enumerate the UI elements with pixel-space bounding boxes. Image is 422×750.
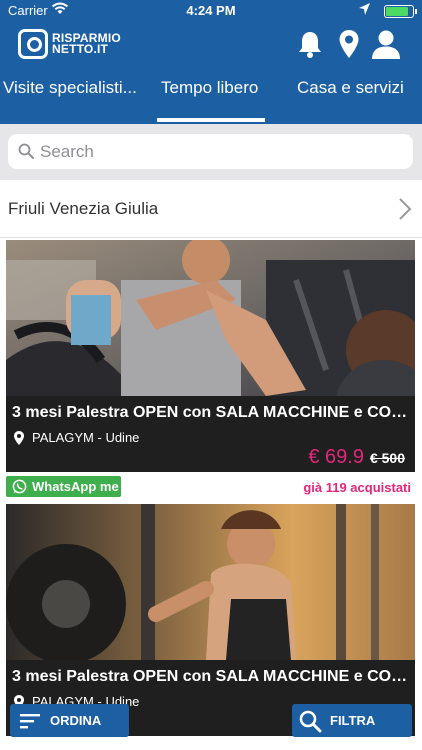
location-pin-icon[interactable] xyxy=(333,28,365,60)
whatsapp-label: WhatsApp me xyxy=(32,479,119,494)
offer-image-gym-high-five[interactable] xyxy=(6,240,415,396)
selected-tab-indicator xyxy=(157,118,265,122)
chevron-right-icon xyxy=(398,197,412,221)
map-pin-icon xyxy=(14,430,24,445)
region-selector[interactable]: Friuli Venezia Giulia xyxy=(0,181,422,238)
tab-visite-specialistiche[interactable]: Visite specialisti... xyxy=(3,78,137,98)
price-old: € 500 xyxy=(369,450,405,466)
offer-info: 3 mesi Palestra OPEN con SALA MACCHINE e… xyxy=(6,396,415,472)
search-input[interactable] xyxy=(38,138,402,166)
battery-icon xyxy=(384,5,417,18)
purchase-count: già 119 acquistati xyxy=(303,480,411,495)
filter-label: FILTRA xyxy=(330,713,376,728)
location-arrow-icon xyxy=(359,3,370,18)
logo-text-line2: NETTO.IT xyxy=(52,42,109,56)
app-header: RISPARMIO NETTO.IT xyxy=(0,22,422,66)
offer-card[interactable]: 3 mesi Palestra OPEN con SALA MACCHINE e… xyxy=(6,240,415,502)
region-label: Friuli Venezia Giulia xyxy=(8,199,159,218)
offer-title: 3 mesi Palestra OPEN con SALA MACCHINE e… xyxy=(12,668,408,685)
tab-casa-e-servizi[interactable]: Casa e servizi xyxy=(297,78,404,98)
offer-title: 3 mesi Palestra OPEN con SALA MACCHINE e… xyxy=(12,404,408,421)
bell-icon[interactable] xyxy=(294,28,326,60)
search-box xyxy=(8,134,413,169)
price-new: € 69.9 xyxy=(308,446,364,468)
sort-label: ORDINA xyxy=(50,713,102,728)
tab-tempo-libero[interactable]: Tempo libero xyxy=(161,78,258,98)
brand-logo[interactable]: RISPARMIO NETTO.IT xyxy=(18,28,121,60)
offer-image-gym-woman-training[interactable] xyxy=(6,504,415,660)
search-icon xyxy=(299,710,322,732)
filter-button[interactable]: FILTRA xyxy=(292,704,412,737)
offer-price: € 69.9 € 500 xyxy=(308,446,405,469)
category-tabs: Visite specialisti... Tempo libero Casa … xyxy=(0,66,422,124)
whatsapp-icon xyxy=(12,479,27,494)
status-bar: Carrier 4:24 PM xyxy=(0,0,422,22)
search-icon xyxy=(18,143,34,159)
logo-mark-icon xyxy=(18,29,48,59)
offer-location: PALAGYM - Udine xyxy=(32,430,140,445)
sort-icon xyxy=(20,713,40,728)
search-bar xyxy=(0,124,422,180)
sort-button[interactable]: ORDINA xyxy=(10,704,129,737)
user-icon[interactable] xyxy=(370,28,402,60)
offer-card[interactable]: 3 mesi Palestra OPEN con SALA MACCHINE e… xyxy=(6,504,415,736)
whatsapp-button[interactable]: WhatsApp me xyxy=(6,476,121,497)
